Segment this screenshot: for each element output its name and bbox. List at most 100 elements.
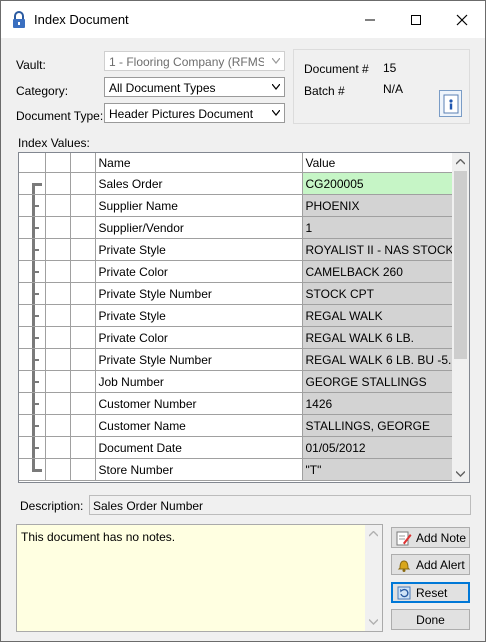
row-value[interactable]: 1 — [302, 216, 454, 239]
row-group-bracket — [19, 260, 46, 283]
row-name: Customer Name — [95, 414, 303, 437]
title-bar: Index Document — [1, 1, 485, 38]
row-value[interactable]: STALLINGS, GEORGE — [302, 414, 454, 437]
row-group-bracket — [19, 348, 46, 371]
add-alert-button[interactable]: Add Alert — [391, 554, 470, 575]
notes-text: This document has no notes. — [21, 530, 176, 544]
grid-scroll-thumb[interactable] — [454, 171, 467, 359]
row-value[interactable]: "T" — [302, 458, 454, 481]
document-number-value: 15 — [383, 61, 397, 75]
close-icon — [456, 14, 468, 25]
chevron-down-icon — [272, 110, 280, 116]
done-button[interactable]: Done — [391, 609, 470, 630]
grid-vertical-scrollbar[interactable] — [452, 153, 469, 482]
row-group-bracket — [19, 392, 46, 415]
grid-row[interactable]: Private Style ROYALIST II - NAS STOCK — [19, 238, 454, 261]
index-document-window: Index Document Vault: 1 - Flooring Compa… — [0, 0, 486, 642]
add-note-label: Add Note — [416, 530, 467, 545]
document-type-label: Document Type: — [16, 109, 104, 123]
batch-number-value: N/A — [383, 82, 404, 96]
row-value[interactable]: CG200005 — [302, 172, 454, 195]
grid-header-row: Name Value — [19, 153, 454, 173]
row-name: Private Color — [95, 326, 303, 349]
row-name: Private Style — [95, 238, 303, 261]
column-header-value[interactable]: Value — [302, 153, 454, 173]
chevron-down-icon — [272, 58, 280, 64]
row-value[interactable]: 1426 — [302, 392, 454, 415]
row-group-bracket — [19, 194, 46, 217]
grid-row[interactable]: Supplier Name PHOENIX — [19, 194, 454, 217]
grid-row[interactable]: Customer Number 1426 — [19, 392, 454, 415]
row-group-bracket — [19, 238, 46, 261]
row-name: Supplier Name — [95, 194, 303, 217]
row-group-bracket — [19, 304, 46, 327]
grid-row[interactable]: Customer Name STALLINGS, GEORGE — [19, 414, 454, 437]
grid-row[interactable]: Sales Order CG200005 — [19, 172, 454, 195]
row-name: Private Style Number — [95, 348, 303, 371]
grid-row[interactable]: Private Color CAMELBACK 260 — [19, 260, 454, 283]
minimize-button[interactable] — [347, 1, 393, 38]
grid-row[interactable]: Job Number GEORGE STALLINGS — [19, 370, 454, 393]
row-value[interactable]: REGAL WALK 6 LB. BU -5... — [302, 348, 454, 371]
category-value: All Document Types — [109, 81, 216, 95]
scroll-down-icon[interactable] — [456, 471, 465, 477]
document-type-select[interactable]: Header Pictures Document — [104, 103, 285, 123]
reset-button[interactable]: Reset — [391, 582, 470, 603]
vault-label: Vault: — [16, 58, 46, 72]
reset-icon — [396, 585, 412, 601]
vault-select[interactable]: 1 - Flooring Company (RFMS) D — [104, 51, 285, 71]
maximize-icon — [411, 14, 421, 25]
row-name: Document Date — [95, 436, 303, 459]
document-number-label: Document # — [304, 62, 369, 76]
row-value[interactable]: ROYALIST II - NAS STOCK — [302, 238, 454, 261]
reset-label: Reset — [416, 585, 448, 600]
grid-row[interactable]: Store Number "T" — [19, 458, 454, 481]
bell-icon — [396, 557, 412, 573]
maximize-button[interactable] — [393, 1, 439, 38]
row-value[interactable]: REGAL WALK — [302, 304, 454, 327]
row-name: Supplier/Vendor — [95, 216, 303, 239]
add-note-button[interactable]: Add Note — [391, 527, 470, 548]
row-group-bracket — [19, 414, 46, 437]
grid-row[interactable]: Private Color REGAL WALK 6 LB. — [19, 326, 454, 349]
row-name: Customer Number — [95, 392, 303, 415]
row-name: Sales Order — [95, 172, 303, 195]
grid-row[interactable]: Private Style REGAL WALK — [19, 304, 454, 327]
index-values-grid[interactable]: Name Value Sales Order CG200005 Supplier N… — [18, 152, 470, 483]
row-group-bracket — [19, 458, 46, 481]
scroll-up-icon[interactable] — [369, 531, 378, 537]
document-info-button[interactable] — [439, 90, 462, 117]
index-values-table: Name Value Sales Order CG200005 Supplier N… — [19, 153, 454, 481]
row-value[interactable]: 01/05/2012 — [302, 436, 454, 459]
grid-row[interactable]: Supplier/Vendor 1 — [19, 216, 454, 239]
grid-row[interactable]: Document Date 01/05/2012 — [19, 436, 454, 459]
row-group-bracket — [19, 326, 46, 349]
row-name: Store Number — [95, 458, 303, 481]
column-header-name[interactable]: Name — [95, 153, 303, 173]
row-group-bracket — [19, 282, 46, 305]
description-field: Sales Order Number — [89, 495, 471, 515]
category-select[interactable]: All Document Types — [104, 77, 285, 97]
vault-value: 1 - Flooring Company (RFMS) D — [109, 55, 264, 69]
notes-scrollbar[interactable] — [365, 525, 382, 631]
grid-row[interactable]: Private Style Number STOCK CPT — [19, 282, 454, 305]
add-alert-label: Add Alert — [416, 557, 465, 572]
minimize-icon — [365, 19, 375, 20]
row-value[interactable]: STOCK CPT — [302, 282, 454, 305]
row-name: Job Number — [95, 370, 303, 393]
scroll-down-icon[interactable] — [369, 619, 378, 625]
row-name: Private Style Number — [95, 282, 303, 305]
row-name: Private Color — [95, 260, 303, 283]
row-value[interactable]: CAMELBACK 260 — [302, 260, 454, 283]
row-value[interactable]: PHOENIX — [302, 194, 454, 217]
row-group-bracket — [19, 370, 46, 393]
row-value[interactable]: GEORGE STALLINGS — [302, 370, 454, 393]
close-button[interactable] — [439, 1, 485, 38]
batch-number-label: Batch # — [304, 84, 345, 98]
chevron-down-icon — [272, 84, 280, 90]
row-value[interactable]: REGAL WALK 6 LB. — [302, 326, 454, 349]
description-label: Description: — [20, 499, 84, 513]
scroll-up-icon[interactable] — [456, 159, 465, 165]
grid-row[interactable]: Private Style Number REGAL WALK 6 LB. BU … — [19, 348, 454, 371]
notes-textarea[interactable]: This document has no notes. — [16, 524, 383, 632]
